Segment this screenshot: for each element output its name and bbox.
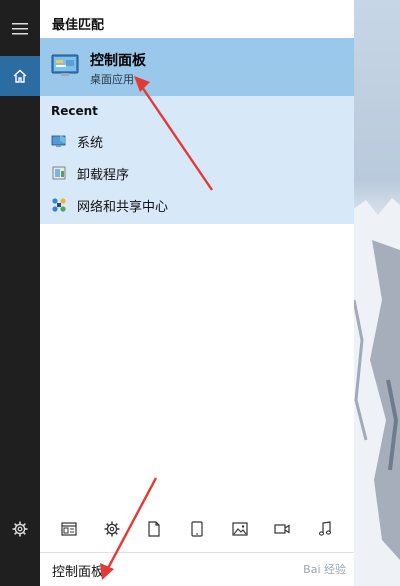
music-filter-button[interactable] (312, 516, 338, 542)
search-results-panel: 最佳匹配 控制面板 桌面应用 Recent 系统 卸载程序 网络和共享中心 控制… (40, 0, 354, 586)
recent-item-label: 网络和共享中心 (77, 199, 169, 215)
best-match-subtitle: 桌面应用 (90, 73, 134, 86)
tablet-icon (191, 521, 203, 537)
photos-filter-button[interactable] (227, 516, 253, 542)
start-rail (0, 0, 40, 586)
video-icon (274, 524, 290, 534)
control-panel-icon (51, 54, 79, 76)
recent-item-system[interactable]: 系统 (40, 126, 354, 156)
expand-menu-button[interactable] (0, 10, 40, 48)
best-match-header: 最佳匹配 (52, 18, 105, 33)
home-icon (13, 69, 27, 83)
music-icon (318, 521, 331, 536)
recent-header: Recent (51, 104, 98, 118)
best-match-control-panel[interactable]: 控制面板 桌面应用 (40, 38, 354, 96)
recent-section: Recent 系统 卸载程序 网络和共享中心 (40, 96, 354, 224)
gear-icon (12, 521, 28, 537)
best-match-title: 控制面板 (90, 53, 146, 69)
search-filter-bar (40, 512, 354, 546)
search-box[interactable]: Bai 经验 (40, 552, 354, 586)
document-icon (148, 521, 161, 537)
home-button[interactable] (0, 56, 40, 96)
recent-item-uninstall-program[interactable]: 卸载程序 (40, 158, 354, 188)
recent-item-label: 系统 (77, 135, 104, 151)
documents-filter-button[interactable] (141, 516, 167, 542)
search-input[interactable] (48, 559, 296, 581)
watermark-text: Bai 经验 (303, 563, 346, 576)
gear-icon (104, 521, 120, 537)
settings-filter-button[interactable] (99, 516, 125, 542)
uninstall-program-icon (51, 165, 67, 181)
videos-filter-button[interactable] (269, 516, 295, 542)
settings-button[interactable] (0, 510, 40, 548)
hamburger-icon (12, 23, 28, 35)
apps-filter-button[interactable] (56, 516, 82, 542)
recent-item-network-sharing[interactable]: 网络和共享中心 (40, 190, 354, 220)
mountain-wallpaper (352, 198, 400, 586)
tablet-filter-button[interactable] (184, 516, 210, 542)
apps-icon (61, 522, 77, 536)
system-icon (51, 133, 67, 149)
network-sharing-icon (51, 197, 67, 213)
recent-item-label: 卸载程序 (77, 167, 130, 183)
photo-icon (231, 522, 248, 536)
